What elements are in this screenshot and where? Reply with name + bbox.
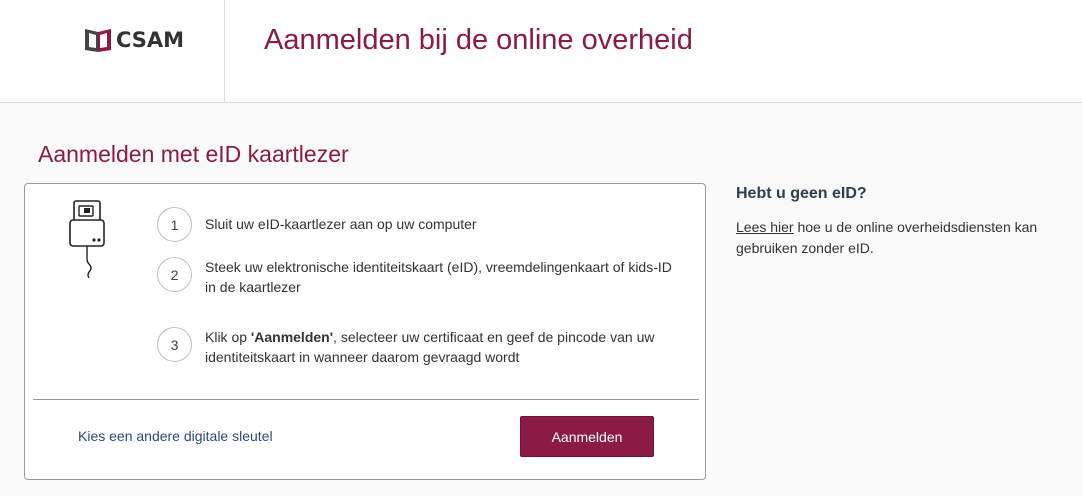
read-here-link[interactable]: Lees hier <box>736 219 794 235</box>
step-text: Steek uw elektronische identiteitskaart … <box>205 259 672 295</box>
no-eid-panel: Hebt u geen eID? Lees hier hoe u de onli… <box>736 185 1066 259</box>
logo-text: CSAM <box>116 28 185 52</box>
header: CSAM Aanmelden bij de online overheid <box>0 0 1082 103</box>
no-eid-text: Lees hier hoe u de online overheidsdiens… <box>736 217 1066 259</box>
other-digital-key-link[interactable]: Kies een andere digitale sleutel <box>78 428 273 444</box>
csam-logo-icon <box>85 29 111 52</box>
divider <box>33 399 699 400</box>
logo-area: CSAM <box>0 0 225 102</box>
card-reader-icon <box>69 198 109 285</box>
page-title: Aanmelden met eID kaartlezer <box>38 141 349 167</box>
step-number: 3 <box>157 327 192 362</box>
no-eid-title: Hebt u geen eID? <box>736 185 867 202</box>
login-button[interactable]: Aanmelden <box>520 416 654 457</box>
csam-logo[interactable]: CSAM <box>84 26 184 54</box>
header-title: Aanmelden bij de online overheid <box>264 24 693 56</box>
step-text: Klik op 'Aanmelden', selecteer uw certif… <box>205 327 685 367</box>
step-3: 3 Klik op 'Aanmelden', selecteer uw cert… <box>157 327 685 367</box>
step-2: 2 Steek uw elektronische identiteitskaar… <box>157 257 685 297</box>
step-text: Sluit uw eID-kaartlezer aan op uw comput… <box>205 216 477 232</box>
step-1: 1 Sluit uw eID-kaartlezer aan op uw comp… <box>157 207 685 242</box>
step-number: 2 <box>157 257 192 292</box>
step-number: 1 <box>157 207 192 242</box>
step-text-prefix: Klik op <box>205 329 251 345</box>
eid-login-card: 1 Sluit uw eID-kaartlezer aan op uw comp… <box>24 183 706 480</box>
step-text-bold: 'Aanmelden' <box>250 329 334 345</box>
